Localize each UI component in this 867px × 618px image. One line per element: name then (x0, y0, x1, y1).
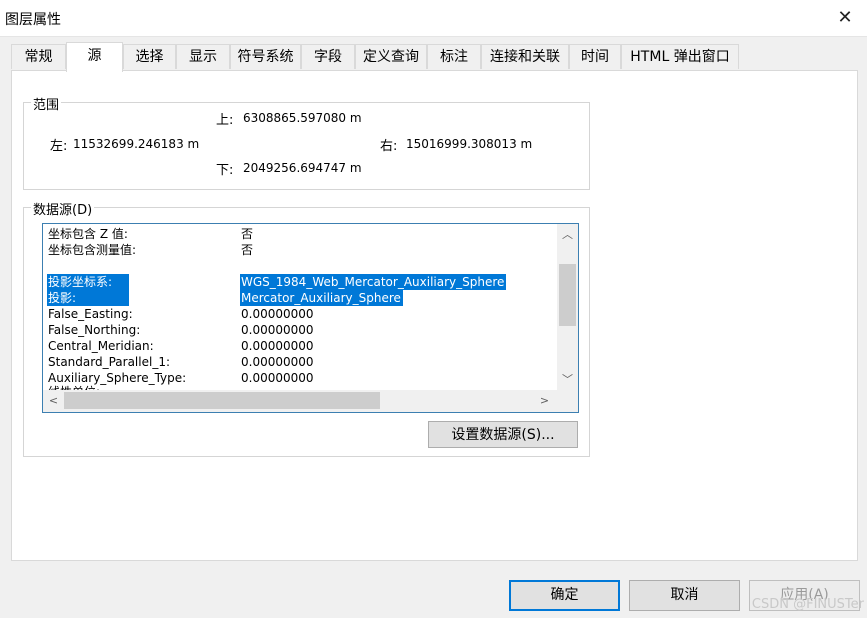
datasource-listbox[interactable]: 坐标包含 Z 值: 否 坐标包含测量值: 否 投影坐标系: WGS_1984_W… (42, 223, 579, 413)
watermark: CSDN @FINUSTer (751, 597, 864, 612)
extent-group-title: 范围 (31, 94, 62, 113)
extent-top-label: 上: (216, 113, 234, 128)
datasource-group-title: 数据源(D) (31, 199, 95, 218)
tab-source[interactable]: 源 (66, 42, 123, 72)
tab-definition-query[interactable]: 定义查询 (355, 44, 427, 69)
close-icon[interactable]: ✕ (831, 4, 859, 32)
tab-general[interactable]: 常规 (11, 44, 66, 69)
horizontal-scrollbar[interactable]: < > (43, 390, 578, 412)
extent-bottom-value: 2049256.694747 m (243, 161, 362, 175)
scroll-down-icon[interactable]: ﹀ (557, 371, 578, 388)
extent-top-value: 6308865.597080 m (243, 111, 362, 125)
list-item-selected[interactable]: 投影坐标系: WGS_1984_Web_Mercator_Auxiliary_S… (43, 274, 557, 290)
tab-symbology[interactable]: 符号系统 (230, 44, 301, 69)
cancel-button[interactable]: 取消 (629, 580, 740, 611)
source-panel: 范围 上: 6308865.597080 m 左: 11532699.24618… (11, 70, 858, 561)
list-item[interactable]: False_Northing: 0.00000000 (43, 322, 557, 338)
window-title: 图层属性 (5, 12, 61, 28)
vertical-scrollbar[interactable]: ︿ ﹀ (557, 224, 578, 390)
tab-display[interactable]: 显示 (176, 44, 230, 69)
list-item[interactable]: 坐标包含测量值: 否 (43, 242, 557, 258)
set-datasource-button[interactable]: 设置数据源(S)... (428, 421, 578, 448)
extent-group: 范围 上: 6308865.597080 m 左: 11532699.24618… (23, 94, 590, 190)
datasource-group: 数据源(D) 坐标包含 Z 值: 否 坐标包含测量值: 否 投影坐标系: WGS… (23, 199, 590, 457)
list-item-selected[interactable]: 投影: Mercator_Auxiliary_Sphere (43, 290, 557, 306)
list-item[interactable]: Standard_Parallel_1: 0.00000000 (43, 354, 557, 370)
scroll-right-icon[interactable]: > (534, 392, 555, 409)
extent-bottom-label: 下: (216, 163, 234, 178)
extent-left-value: 11532699.246183 m (73, 137, 200, 151)
datasource-rows: 坐标包含 Z 值: 否 坐标包含测量值: 否 投影坐标系: WGS_1984_W… (43, 224, 557, 390)
scroll-left-icon[interactable]: < (43, 392, 64, 409)
extent-left-label: 左: (50, 139, 68, 154)
ok-button[interactable]: 确定 (509, 580, 620, 611)
extent-right-label: 右: (380, 139, 398, 154)
extent-right-value: 15016999.308013 m (406, 137, 533, 151)
tab-time[interactable]: 时间 (569, 44, 621, 69)
scroll-up-icon[interactable]: ︿ (557, 226, 578, 243)
vertical-scroll-thumb[interactable] (559, 264, 576, 326)
tab-joins-relates[interactable]: 连接和关联 (481, 44, 569, 69)
tab-html-popup[interactable]: HTML 弹出窗口 (621, 44, 739, 69)
list-item[interactable]: Central_Meridian: 0.00000000 (43, 338, 557, 354)
list-item[interactable]: False_Easting: 0.00000000 (43, 306, 557, 322)
horizontal-scroll-thumb[interactable] (64, 392, 380, 409)
tab-fields[interactable]: 字段 (301, 44, 355, 69)
list-item[interactable] (43, 258, 557, 274)
tab-selection[interactable]: 选择 (123, 44, 176, 69)
title-bar: 图层属性 ✕ (0, 0, 867, 37)
tab-labels[interactable]: 标注 (427, 44, 481, 69)
list-item[interactable]: 坐标包含 Z 值: 否 (43, 226, 557, 242)
